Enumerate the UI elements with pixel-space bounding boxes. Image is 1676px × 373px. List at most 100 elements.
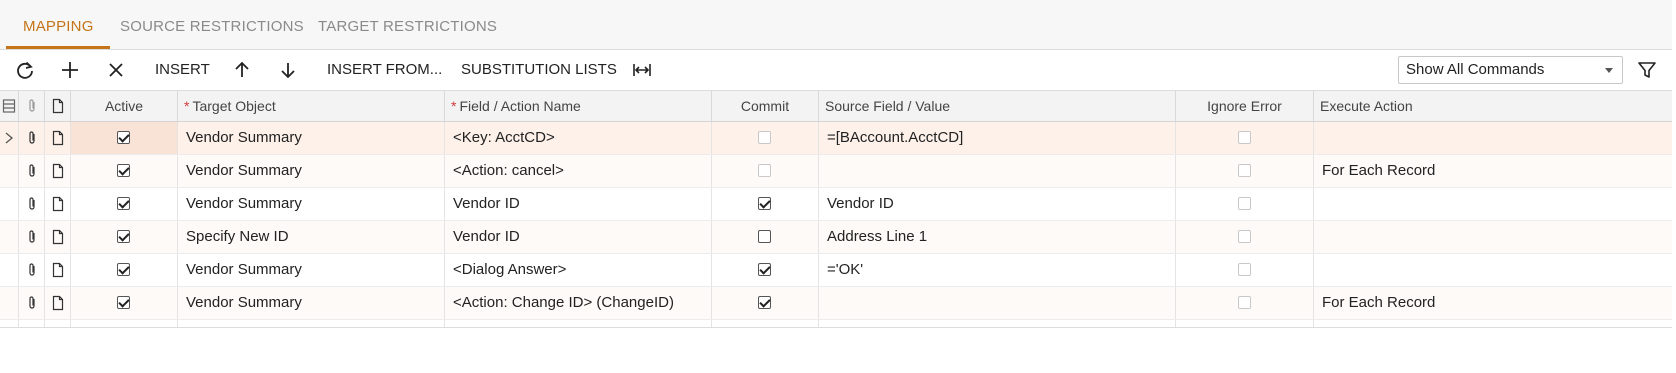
insert-button[interactable]: INSERT bbox=[155, 50, 210, 90]
field-action-cell[interactable]: <Action: Change ID> (ChangeID) bbox=[445, 287, 712, 319]
row-files[interactable] bbox=[19, 122, 45, 154]
ignore-error-checkbox[interactable] bbox=[1237, 230, 1251, 243]
files-column-header bbox=[19, 91, 45, 121]
table-row[interactable]: Vendor Summary <Dialog Answer> ='OK' bbox=[0, 254, 1672, 287]
active-checkbox[interactable] bbox=[117, 263, 130, 276]
row-selector[interactable] bbox=[0, 188, 19, 220]
arrow-down-icon[interactable] bbox=[276, 58, 300, 82]
arrow-up-icon[interactable] bbox=[230, 58, 254, 82]
source-field-column-header[interactable]: Source Field / Value bbox=[819, 91, 1176, 121]
commit-column-header[interactable]: Commit bbox=[712, 91, 819, 121]
ignore-error-column-header[interactable]: Ignore Error bbox=[1176, 91, 1314, 121]
ignore-error-cell bbox=[1176, 287, 1314, 319]
row-notes[interactable] bbox=[45, 287, 71, 319]
row-notes[interactable] bbox=[45, 221, 71, 253]
active-cell bbox=[71, 254, 178, 286]
tab-mapping[interactable]: MAPPING bbox=[23, 0, 94, 49]
ignore-error-checkbox[interactable] bbox=[1237, 263, 1251, 276]
ignore-error-checkbox[interactable] bbox=[1237, 197, 1251, 210]
field-action-cell[interactable]: Vendor ID bbox=[445, 188, 712, 220]
row-notes[interactable] bbox=[45, 254, 71, 286]
active-checkbox[interactable] bbox=[117, 164, 130, 177]
active-checkbox[interactable] bbox=[117, 131, 130, 144]
row-selector[interactable] bbox=[0, 287, 19, 319]
row-notes[interactable] bbox=[45, 188, 71, 220]
row-selector-header[interactable] bbox=[0, 91, 19, 121]
commit-checkbox[interactable] bbox=[758, 263, 771, 276]
source-field-cell[interactable]: Address Line 1 bbox=[819, 221, 1176, 253]
note-icon bbox=[51, 229, 65, 245]
commit-cell bbox=[712, 221, 819, 253]
row-selector[interactable] bbox=[0, 221, 19, 253]
source-field-cell[interactable]: Vendor ID bbox=[819, 188, 1176, 220]
field-action-cell[interactable]: <Key: AcctCD> bbox=[445, 122, 712, 154]
source-field-cell[interactable]: =[BAccount.AcctCD] bbox=[819, 122, 1176, 154]
execute-action-column-header[interactable]: Execute Action bbox=[1314, 91, 1672, 121]
filter-icon[interactable] bbox=[1635, 58, 1659, 82]
execute-action-cell[interactable] bbox=[1314, 122, 1672, 154]
note-icon bbox=[51, 196, 65, 212]
target-object-cell[interactable]: Specify New ID bbox=[178, 221, 445, 253]
active-checkbox[interactable] bbox=[117, 230, 130, 243]
active-checkbox[interactable] bbox=[117, 296, 130, 309]
field-action-column-header[interactable]: * Field / Action Name bbox=[445, 91, 712, 121]
target-object-column-header[interactable]: * Target Object bbox=[178, 91, 445, 121]
table-row[interactable]: Specify New ID Vendor ID Address Line 1 bbox=[0, 221, 1672, 254]
substitution-lists-button[interactable]: SUBSTITUTION LISTS bbox=[461, 50, 617, 90]
field-action-cell[interactable]: <Dialog Answer> bbox=[445, 254, 712, 286]
row-files[interactable] bbox=[19, 221, 45, 253]
row-notes[interactable] bbox=[45, 122, 71, 154]
table-row[interactable]: Vendor Summary <Key: AcctCD> =[BAccount.Ac… bbox=[0, 122, 1672, 155]
target-object-cell[interactable]: Vendor Summary bbox=[178, 254, 445, 286]
row-selector[interactable] bbox=[0, 254, 19, 286]
fit-width-icon[interactable] bbox=[630, 58, 654, 82]
row-selector[interactable] bbox=[0, 122, 19, 154]
grid-body: Vendor Summary <Key: AcctCD> =[BAccount.Ac… bbox=[0, 122, 1672, 353]
row-files[interactable] bbox=[19, 155, 45, 187]
ignore-error-checkbox[interactable] bbox=[1237, 131, 1251, 144]
target-object-cell[interactable]: Vendor Summary bbox=[178, 287, 445, 319]
commit-cell bbox=[712, 188, 819, 220]
refresh-icon[interactable] bbox=[13, 58, 37, 82]
ignore-error-cell bbox=[1176, 254, 1314, 286]
source-field-cell[interactable]: ='OK' bbox=[819, 254, 1176, 286]
commit-checkbox[interactable] bbox=[758, 230, 771, 243]
ignore-error-checkbox[interactable] bbox=[1237, 164, 1251, 177]
commit-checkbox[interactable] bbox=[758, 296, 771, 309]
target-object-cell[interactable]: Vendor Summary bbox=[178, 155, 445, 187]
commit-checkbox[interactable] bbox=[758, 197, 771, 210]
execute-action-cell[interactable] bbox=[1314, 254, 1672, 286]
ignore-error-checkbox[interactable] bbox=[1237, 296, 1251, 309]
insert-from-button[interactable]: INSERT FROM... bbox=[327, 50, 442, 90]
execute-action-cell[interactable] bbox=[1314, 188, 1672, 220]
tab-source-restrictions[interactable]: SOURCE RESTRICTIONS bbox=[120, 0, 304, 49]
source-field-cell[interactable] bbox=[819, 287, 1176, 319]
grid-header: Active * Target Object * Field / Action Na… bbox=[0, 91, 1672, 122]
ignore-error-cell bbox=[1176, 122, 1314, 154]
close-icon[interactable] bbox=[104, 58, 128, 82]
tab-target-restrictions[interactable]: TARGET RESTRICTIONS bbox=[318, 0, 497, 49]
active-checkbox[interactable] bbox=[117, 197, 130, 210]
paperclip-icon bbox=[25, 130, 39, 146]
row-files[interactable] bbox=[19, 188, 45, 220]
row-selector[interactable] bbox=[0, 155, 19, 187]
table-row[interactable]: Vendor Summary <Action: Change ID> (Chang… bbox=[0, 287, 1672, 320]
commands-select[interactable]: Show All Commands bbox=[1398, 56, 1623, 84]
field-action-cell[interactable]: Vendor ID bbox=[445, 221, 712, 253]
field-action-cell[interactable]: <Action: cancel> bbox=[445, 155, 712, 187]
active-cell bbox=[71, 188, 178, 220]
table-row[interactable]: Vendor Summary Vendor ID Vendor ID bbox=[0, 188, 1672, 221]
row-notes[interactable] bbox=[45, 155, 71, 187]
execute-action-cell[interactable] bbox=[1314, 221, 1672, 253]
active-column-header[interactable]: Active bbox=[71, 91, 178, 121]
plus-icon[interactable] bbox=[58, 58, 82, 82]
row-files[interactable] bbox=[19, 287, 45, 319]
execute-action-cell[interactable]: For Each Record bbox=[1314, 155, 1672, 187]
note-icon bbox=[51, 130, 65, 146]
target-object-cell[interactable]: Vendor Summary bbox=[178, 188, 445, 220]
row-files[interactable] bbox=[19, 254, 45, 286]
source-field-cell[interactable] bbox=[819, 155, 1176, 187]
target-object-cell[interactable]: Vendor Summary bbox=[178, 122, 445, 154]
execute-action-cell[interactable]: For Each Record bbox=[1314, 287, 1672, 319]
table-row[interactable]: Vendor Summary <Action: cancel> For Each R… bbox=[0, 155, 1672, 188]
